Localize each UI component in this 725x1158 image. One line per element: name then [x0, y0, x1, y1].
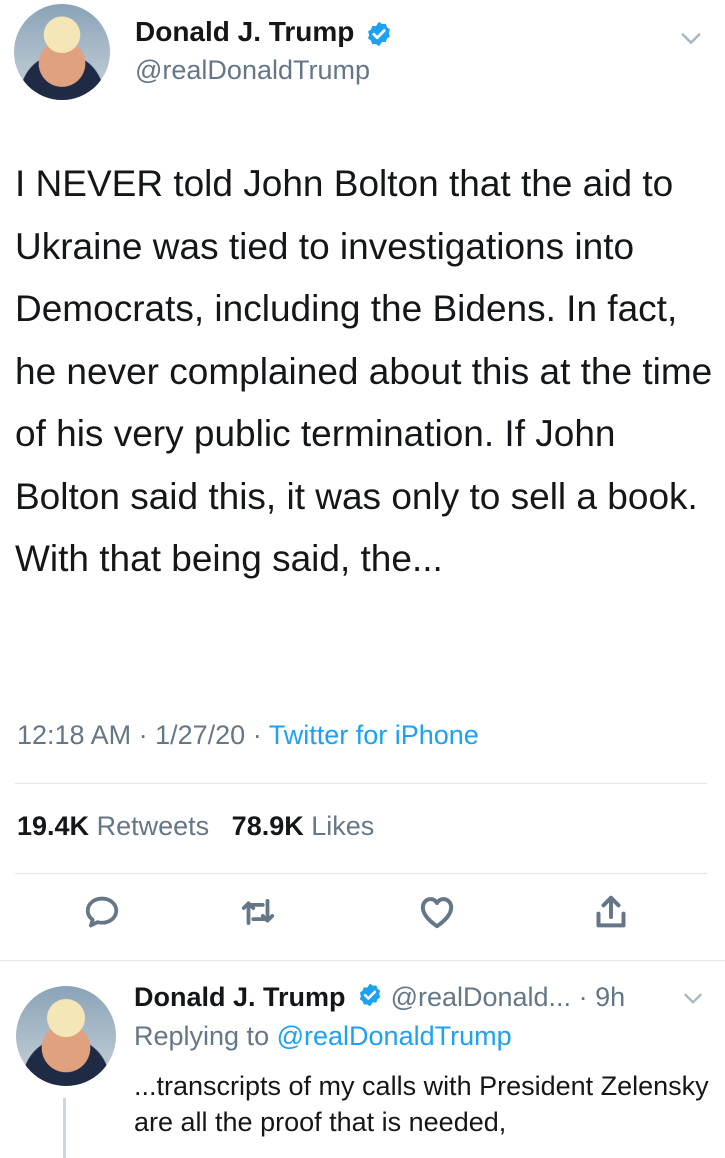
comment-icon: [83, 893, 121, 936]
reply-author-name[interactable]: Donald J. Trump: [134, 982, 346, 1012]
reply-menu-chevron-down-icon[interactable]: [680, 985, 706, 1011]
retweet-icon: [239, 893, 277, 936]
replying-to-line: Replying to @realDonaldTrump: [134, 1021, 512, 1052]
heart-icon: [417, 892, 457, 937]
replying-to-link[interactable]: @realDonaldTrump: [277, 1021, 512, 1051]
tweet-meta: 12:18 AM · 1/27/20 · Twitter for iPhone: [17, 720, 479, 751]
retweets-label: Retweets: [96, 811, 210, 841]
reply-author-handle[interactable]: @realDonald...: [391, 982, 572, 1012]
divider: [0, 960, 725, 961]
verified-badge-icon: [357, 982, 383, 1015]
tweet-time: 12:18 AM: [17, 720, 132, 750]
divider: [15, 783, 707, 784]
likes-count: 78.9K: [231, 811, 304, 841]
tweet-menu-chevron-down-icon[interactable]: [677, 24, 705, 52]
thread-connector-line: [63, 1098, 66, 1158]
tweet-source-link[interactable]: Twitter for iPhone: [269, 720, 479, 750]
verified-badge-icon: [365, 20, 393, 53]
divider: [15, 873, 707, 874]
share-button[interactable]: [589, 892, 633, 936]
reply-button[interactable]: [80, 892, 124, 936]
tweet-text: I NEVER told John Bolton that the aid to…: [15, 163, 713, 579]
reply-text: ...transcripts of my calls with Presiden…: [134, 1071, 709, 1137]
reply-time-ago: 9h: [595, 982, 626, 1012]
tweet-date: 1/27/20: [155, 720, 246, 750]
reply-header: Donald J. Trump @realDonald... · 9h: [134, 982, 625, 1015]
meta-separator: ·: [138, 720, 148, 750]
likes-label: Likes: [311, 811, 375, 841]
author-handle[interactable]: @realDonaldTrump: [135, 55, 370, 86]
author-name[interactable]: Donald J. Trump: [135, 16, 354, 47]
meta-separator: ·: [252, 720, 262, 750]
reply-separator: ·: [578, 982, 588, 1012]
retweets-stat[interactable]: 19.4K Retweets: [17, 811, 217, 841]
replying-prefix: Replying to: [134, 1021, 270, 1051]
tweet-stats: 19.4K Retweets 78.9K Likes: [17, 811, 374, 842]
share-icon: [591, 892, 631, 937]
likes-stat[interactable]: 78.9K Likes: [232, 811, 375, 841]
retweet-button[interactable]: [236, 892, 280, 936]
author-avatar[interactable]: [14, 4, 110, 100]
reply-author-avatar[interactable]: [16, 986, 116, 1086]
retweets-count: 19.4K: [17, 811, 90, 841]
like-button[interactable]: [415, 892, 459, 936]
author-name-row: Donald J. Trump: [135, 16, 393, 53]
